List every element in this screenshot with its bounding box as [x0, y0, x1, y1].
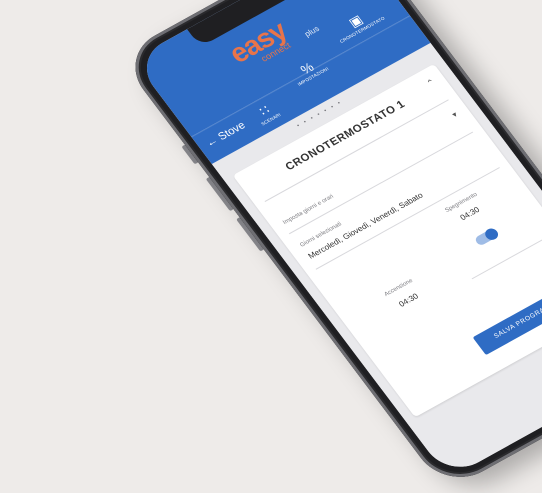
- app-logo-plus: plus: [302, 24, 322, 39]
- scene: easy connect plus ← Stove ∷ SCENARI % IM…: [0, 0, 542, 492]
- toggle-knob: [482, 226, 501, 242]
- phone-mockup: easy connect plus ← Stove ∷ SCENARI % IM…: [118, 0, 542, 492]
- end-time[interactable]: 04:30: [458, 205, 481, 222]
- program-toggle[interactable]: [473, 226, 501, 247]
- chevron-down-icon[interactable]: ▾: [450, 110, 459, 119]
- save-program-button[interactable]: SALVA PROGRAMMA: [472, 284, 542, 356]
- start-time[interactable]: 04:30: [397, 292, 420, 309]
- divider: [315, 167, 500, 270]
- phone-frame: easy connect plus ← Stove ∷ SCENARI % IM…: [118, 0, 542, 492]
- phone-screen: easy connect plus ← Stove ∷ SCENARI % IM…: [132, 0, 542, 479]
